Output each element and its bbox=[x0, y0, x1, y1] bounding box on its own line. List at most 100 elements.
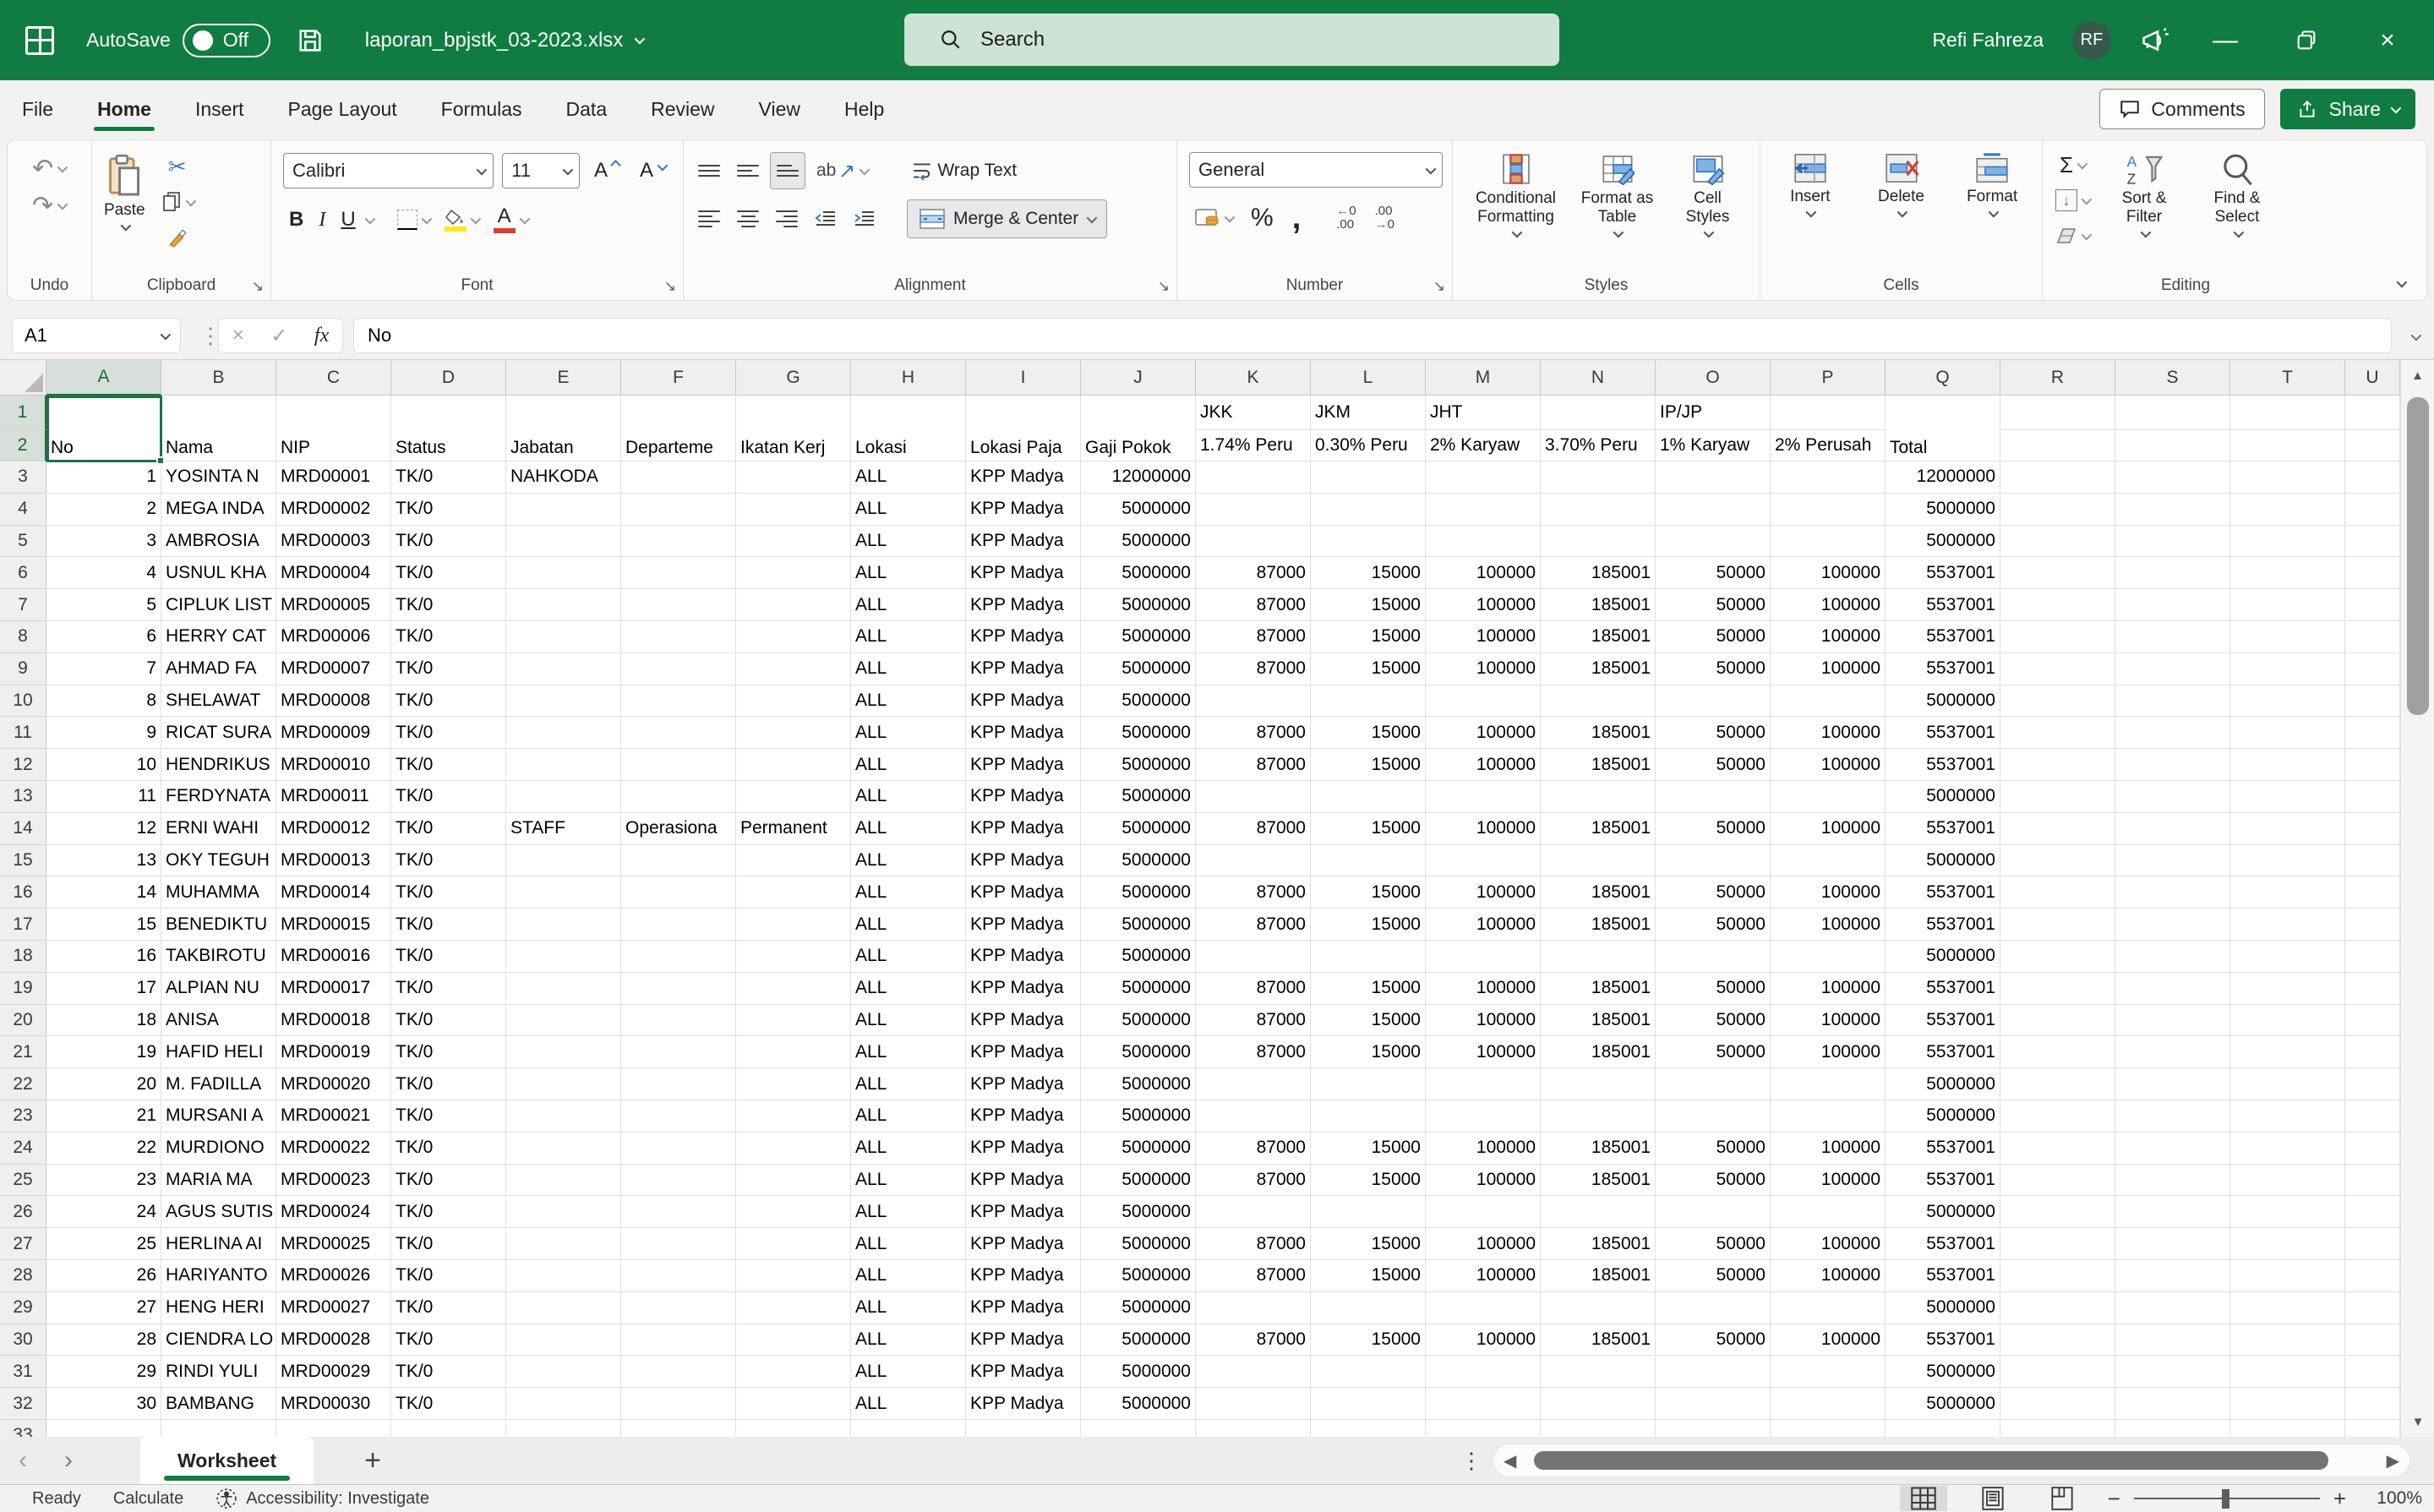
cell-I16[interactable]: KPP Madya bbox=[966, 876, 1081, 909]
cell-P19[interactable]: 100000 bbox=[1771, 973, 1886, 1005]
cell-J30[interactable]: 5000000 bbox=[1081, 1324, 1196, 1356]
cell-P3[interactable] bbox=[1771, 461, 1886, 494]
cell-B9[interactable]: AHMAD FA bbox=[161, 653, 276, 685]
cell-K19[interactable]: 87000 bbox=[1196, 973, 1311, 1005]
cell-K15[interactable] bbox=[1196, 845, 1311, 877]
cell-N8[interactable]: 185001 bbox=[1541, 621, 1656, 653]
cell-N7[interactable]: 185001 bbox=[1541, 589, 1656, 621]
cell-D7[interactable]: TK/0 bbox=[391, 589, 506, 621]
cell-R16[interactable] bbox=[2000, 876, 2115, 909]
cell-K4[interactable] bbox=[1196, 494, 1311, 526]
cell-I4[interactable]: KPP Madya bbox=[966, 494, 1081, 526]
cell-Q25[interactable]: 5537001 bbox=[1886, 1165, 2000, 1197]
cell-A25[interactable]: 23 bbox=[46, 1165, 161, 1197]
zoom-level[interactable]: 100% bbox=[2368, 1488, 2422, 1509]
cell-C31[interactable]: MRD00029 bbox=[276, 1356, 391, 1388]
horizontal-scroll-thumb[interactable] bbox=[1534, 1451, 2328, 1470]
cell-I23[interactable]: KPP Madya bbox=[966, 1100, 1081, 1133]
cell-L10[interactable] bbox=[1311, 685, 1426, 718]
cell-O12[interactable]: 50000 bbox=[1656, 749, 1771, 781]
cell-A16[interactable]: 14 bbox=[46, 876, 161, 909]
cell-I20[interactable]: KPP Madya bbox=[966, 1005, 1081, 1037]
cell-P24[interactable]: 100000 bbox=[1771, 1133, 1886, 1165]
cell-T17[interactable] bbox=[2230, 909, 2345, 941]
cell-F18[interactable] bbox=[621, 941, 736, 973]
underline-button[interactable]: U bbox=[335, 201, 361, 238]
cell-B33[interactable] bbox=[161, 1420, 276, 1437]
cell-Q15[interactable]: 5000000 bbox=[1886, 845, 2000, 877]
cell-M29[interactable] bbox=[1426, 1292, 1541, 1324]
cell-J31[interactable]: 5000000 bbox=[1081, 1356, 1196, 1388]
cell-U29[interactable] bbox=[2345, 1292, 2400, 1324]
cell-S18[interactable] bbox=[2115, 941, 2230, 973]
cell-G21[interactable] bbox=[736, 1036, 851, 1068]
cell-J22[interactable]: 5000000 bbox=[1081, 1068, 1196, 1100]
cell-T27[interactable] bbox=[2230, 1228, 2345, 1260]
cell-K11[interactable]: 87000 bbox=[1196, 717, 1311, 749]
cell-N1[interactable] bbox=[1541, 396, 1656, 430]
cell-I1[interactable]: Lokasi Paja bbox=[966, 396, 1081, 461]
cell-M14[interactable]: 100000 bbox=[1426, 813, 1541, 845]
cell-M2[interactable]: 2% Karyaw bbox=[1426, 430, 1541, 461]
column-header-D[interactable]: D bbox=[391, 360, 506, 396]
cell-M12[interactable]: 100000 bbox=[1426, 749, 1541, 781]
tab-review[interactable]: Review bbox=[629, 80, 736, 138]
new-sheet-button[interactable]: + bbox=[364, 1444, 381, 1477]
cell-G12[interactable] bbox=[736, 749, 851, 781]
cell-D22[interactable]: TK/0 bbox=[391, 1068, 506, 1100]
cell-K5[interactable] bbox=[1196, 526, 1311, 558]
cell-J21[interactable]: 5000000 bbox=[1081, 1036, 1196, 1068]
cell-D4[interactable]: TK/0 bbox=[391, 494, 506, 526]
cell-T14[interactable] bbox=[2230, 813, 2345, 845]
align-center-button[interactable] bbox=[731, 200, 765, 237]
find-select-button[interactable]: Find & Select bbox=[2193, 149, 2281, 241]
cell-I8[interactable]: KPP Madya bbox=[966, 621, 1081, 653]
cell-N13[interactable] bbox=[1541, 781, 1656, 813]
row-header-18[interactable]: 18 bbox=[0, 941, 46, 973]
cell-E21[interactable] bbox=[506, 1036, 621, 1068]
avatar[interactable]: RF bbox=[2072, 21, 2111, 60]
cell-C22[interactable]: MRD00020 bbox=[276, 1068, 391, 1100]
row-header-28[interactable]: 28 bbox=[0, 1260, 46, 1292]
cell-E23[interactable] bbox=[506, 1100, 621, 1133]
cell-C17[interactable]: MRD00015 bbox=[276, 909, 391, 941]
cell-B19[interactable]: ALPIAN NU bbox=[161, 973, 276, 1005]
cell-M32[interactable] bbox=[1426, 1388, 1541, 1420]
cell-L32[interactable] bbox=[1311, 1388, 1426, 1420]
cell-L7[interactable]: 15000 bbox=[1311, 589, 1426, 621]
cell-H19[interactable]: ALL bbox=[851, 973, 966, 1005]
cell-D1[interactable]: Status bbox=[391, 396, 506, 461]
cell-E18[interactable] bbox=[506, 941, 621, 973]
cell-T8[interactable] bbox=[2230, 621, 2345, 653]
cell-D9[interactable]: TK/0 bbox=[391, 653, 506, 685]
cell-P15[interactable] bbox=[1771, 845, 1886, 877]
cell-M7[interactable]: 100000 bbox=[1426, 589, 1541, 621]
cell-N19[interactable]: 185001 bbox=[1541, 973, 1656, 1005]
cell-E27[interactable] bbox=[506, 1228, 621, 1260]
percent-style-button[interactable]: % bbox=[1245, 199, 1280, 237]
cell-L8[interactable]: 15000 bbox=[1311, 621, 1426, 653]
cell-B25[interactable]: MARIA MA bbox=[161, 1165, 276, 1197]
cell-L11[interactable]: 15000 bbox=[1311, 717, 1426, 749]
comments-button[interactable]: Comments bbox=[2099, 89, 2264, 129]
cell-S23[interactable] bbox=[2115, 1100, 2230, 1133]
cell-K24[interactable]: 87000 bbox=[1196, 1133, 1311, 1165]
cell-G22[interactable] bbox=[736, 1068, 851, 1100]
cell-Q21[interactable]: 5537001 bbox=[1886, 1036, 2000, 1068]
cell-E12[interactable] bbox=[506, 749, 621, 781]
cell-G26[interactable] bbox=[736, 1196, 851, 1228]
cell-G23[interactable] bbox=[736, 1100, 851, 1133]
cell-L22[interactable] bbox=[1311, 1068, 1426, 1100]
cell-R10[interactable] bbox=[2000, 685, 2115, 718]
cell-U31[interactable] bbox=[2345, 1356, 2400, 1388]
cell-S16[interactable] bbox=[2115, 876, 2230, 909]
cell-Q33[interactable] bbox=[1886, 1420, 2000, 1437]
column-header-T[interactable]: T bbox=[2230, 360, 2345, 396]
cell-E1[interactable]: Jabatan bbox=[506, 396, 621, 461]
cell-E11[interactable] bbox=[506, 717, 621, 749]
cell-A13[interactable]: 11 bbox=[46, 781, 161, 813]
cell-O24[interactable]: 50000 bbox=[1656, 1133, 1771, 1165]
cell-T22[interactable] bbox=[2230, 1068, 2345, 1100]
zoom-out-icon[interactable]: − bbox=[2108, 1486, 2120, 1512]
cell-P1[interactable] bbox=[1771, 396, 1886, 430]
